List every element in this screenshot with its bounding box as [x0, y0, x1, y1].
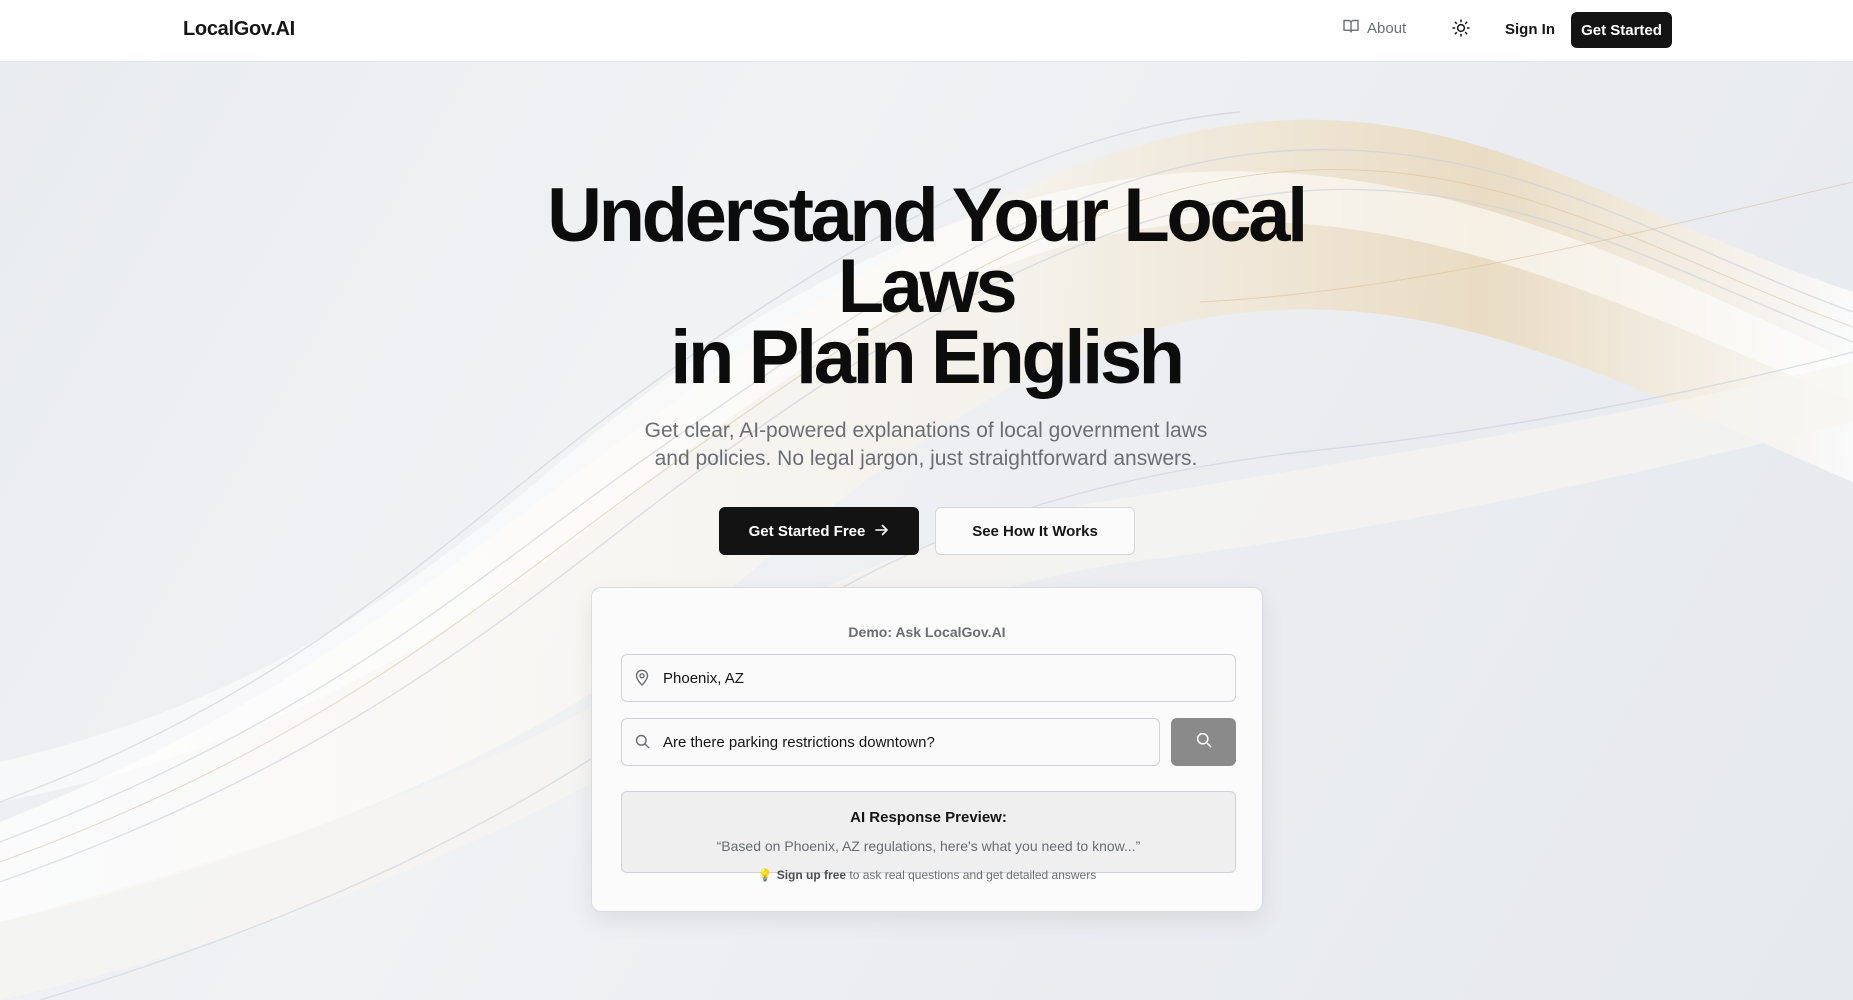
hero-section: Understand Your Local Laws in Plain Engl…: [0, 62, 1853, 1000]
see-how-it-works-button[interactable]: See How It Works: [935, 507, 1135, 555]
query-field[interactable]: [621, 718, 1160, 766]
subtext-line-2: and policies. No legal jargon, just stra…: [654, 447, 1198, 470]
demo-card: Demo: Ask LocalGov.AI AI Response Previe…: [591, 587, 1263, 912]
sign-up-free-link[interactable]: Sign up free: [777, 868, 846, 882]
hero-subtext: Get clear, AI-powered explanations of lo…: [576, 417, 1276, 473]
map-pin-icon: [634, 667, 650, 687]
headline-line-3: in Plain English: [670, 315, 1185, 400]
search-icon: [1196, 732, 1212, 753]
get-started-free-label: Get Started Free: [748, 522, 866, 540]
subtext-line-1: Get clear, AI-powered explanations of lo…: [644, 419, 1208, 442]
get-started-free-button[interactable]: Get Started Free: [719, 507, 919, 555]
ai-response-preview: AI Response Preview: “Based on Phoenix, …: [621, 791, 1236, 873]
hero-headline: Understand Your Local Laws in Plain Engl…: [426, 173, 1426, 400]
get-started-button[interactable]: Get Started: [1571, 12, 1672, 48]
location-field[interactable]: [621, 654, 1236, 702]
arrow-right-icon: [875, 523, 889, 540]
search-icon: [634, 731, 650, 751]
lightbulb-icon: 💡: [757, 868, 773, 882]
about-label: About: [1367, 19, 1407, 37]
logo[interactable]: LocalGov.AI: [183, 18, 295, 41]
signup-note-text: to ask real questions and get detailed a…: [846, 868, 1097, 882]
signup-note: 💡 Sign up free to ask real questions and …: [592, 868, 1262, 882]
headline-line-1: Understand Your Local: [547, 173, 1308, 258]
headline-line-2: Laws: [837, 244, 1018, 329]
location-input[interactable]: [622, 655, 1235, 701]
sun-icon: [1452, 18, 1470, 42]
sign-in-link[interactable]: Sign In: [1505, 21, 1555, 38]
book-icon: [1343, 19, 1359, 37]
preview-title: AI Response Preview:: [850, 809, 1007, 826]
query-input[interactable]: [622, 719, 1159, 765]
about-link[interactable]: About: [1343, 19, 1406, 37]
search-button[interactable]: [1171, 718, 1236, 766]
demo-title: Demo: Ask LocalGov.AI: [848, 624, 1006, 640]
theme-toggle-button[interactable]: [1448, 17, 1474, 43]
preview-text: “Based on Phoenix, AZ regulations, here'…: [716, 838, 1141, 854]
top-nav: LocalGov.AI About Sign In Get Started: [0, 0, 1853, 62]
